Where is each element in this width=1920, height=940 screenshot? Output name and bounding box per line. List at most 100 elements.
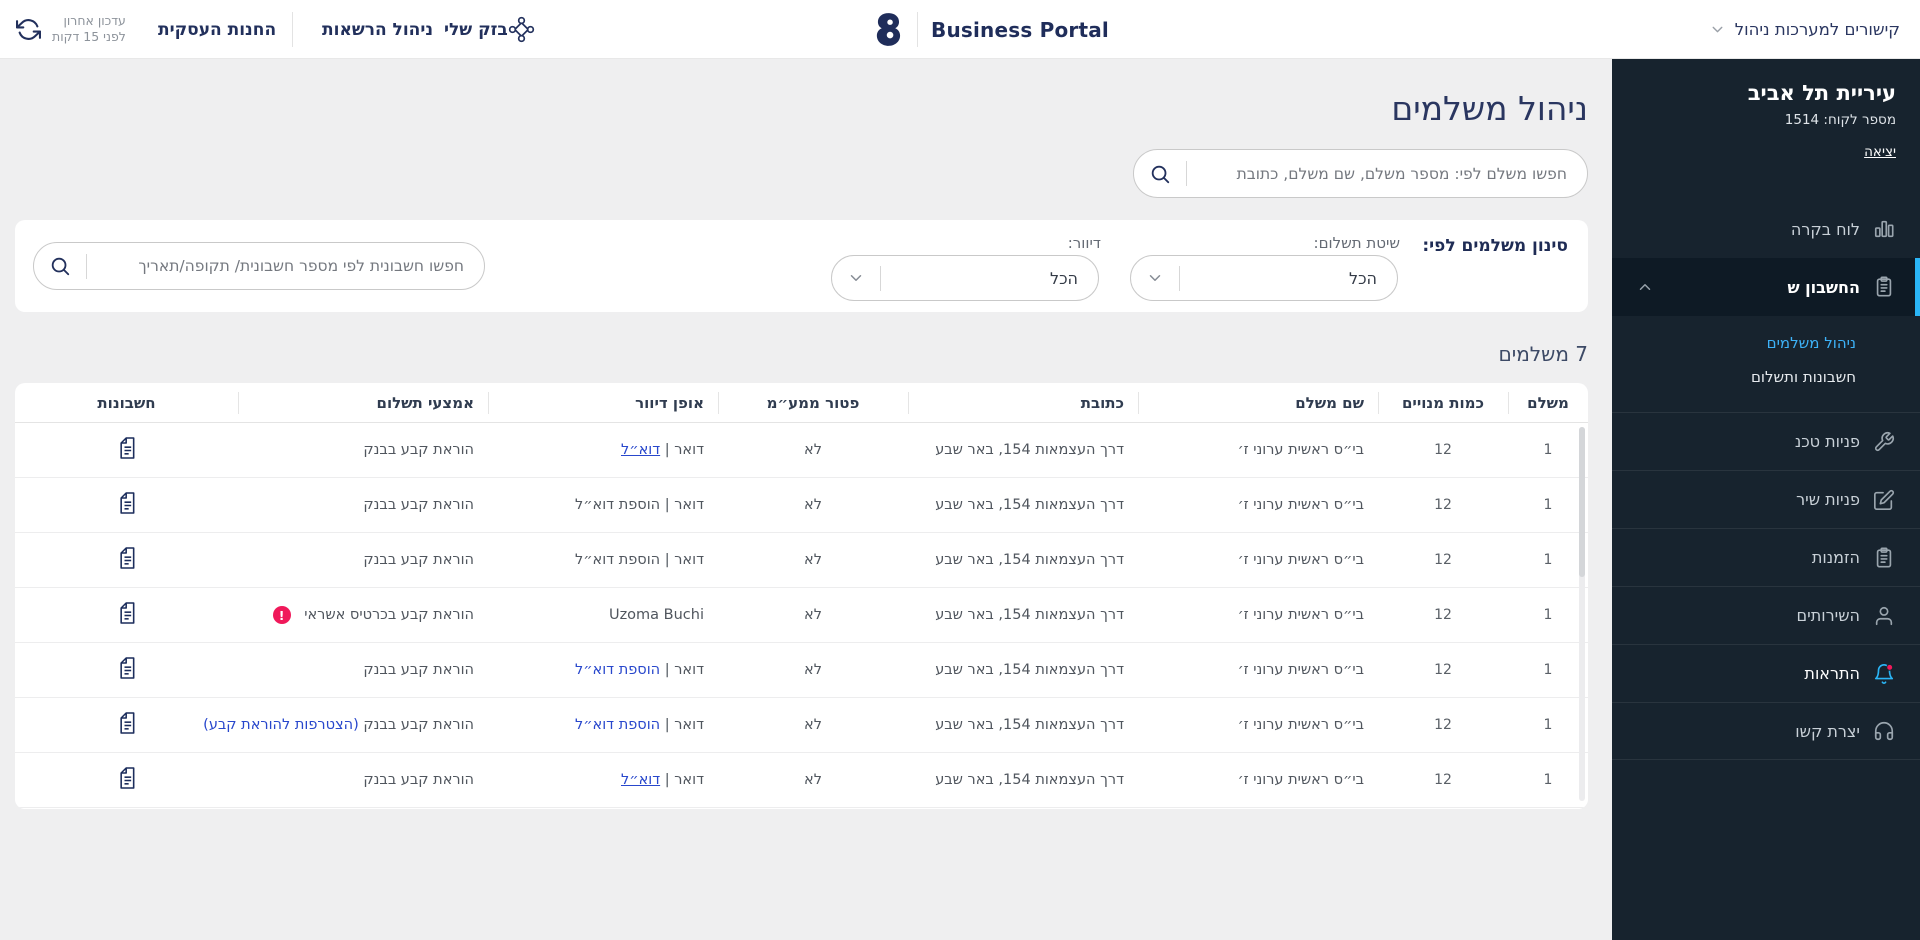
cell-payer-name: בי״ס ראשית ערוני ז׳ <box>1237 607 1364 623</box>
cell-vat-exempt: לא <box>804 552 822 568</box>
chevron-down-icon <box>1709 21 1726 38</box>
cell-payer-name: בי״ס ראשית ערוני ז׳ <box>1237 717 1364 733</box>
filter-title: סינון משלמים לפי: <box>1422 236 1568 256</box>
cell-address: דרך העצמאות 154, באר שבע <box>935 497 1124 513</box>
cell-address: דרך העצמאות 154, באר שבע <box>935 772 1124 788</box>
cell-vat-exempt: לא <box>804 662 822 678</box>
cell-vat-exempt: לא <box>804 442 822 458</box>
cell-payer: 1 <box>1543 607 1553 623</box>
cell-payment-means: הוראת קבע בבנק <box>238 772 488 788</box>
payment-text: הוראת קבע בבנק <box>363 772 474 788</box>
cell-subscribers: 12 <box>1434 442 1452 458</box>
cell-subscribers: 12 <box>1434 717 1452 733</box>
cell-address: דרך העצמאות 154, באר שבע <box>935 442 1124 458</box>
payment-method-select[interactable]: הכל <box>1130 255 1398 301</box>
table-scrollbar-thumb[interactable] <box>1579 427 1585 577</box>
cell-mailing-method: דואר | דוא״ל <box>488 442 718 458</box>
cell-payer: 1 <box>1543 772 1553 788</box>
mailing-link[interactable]: הוספת דוא״ל <box>575 717 660 733</box>
mailing-link[interactable]: הוספת דוא״ל <box>575 662 660 678</box>
sidebar-item-my-account[interactable]: החשבון ש <box>1612 258 1920 316</box>
payment-text: הוראת קבע בבנק <box>363 552 474 568</box>
management-systems-dropdown[interactable]: קישורים למערכות ניהול <box>1709 0 1900 59</box>
nav-my-bezeq[interactable]: בזק שלי <box>444 0 508 59</box>
invoice-document-icon[interactable] <box>117 601 137 625</box>
sidebar-item-dashboard[interactable]: לוח בקרה <box>1612 200 1920 258</box>
sidebar-item-technical-inquiries[interactable]: פניות טכנ <box>1612 412 1920 470</box>
cell-address: דרך העצמאות 154, באר שבע <box>935 607 1124 623</box>
cell-payer-name: בי״ס ראשית ערוני ז׳ <box>1237 552 1364 568</box>
mailing-select[interactable]: הכל <box>831 255 1099 301</box>
customer-number: מספר לקוח: 1514 <box>1784 112 1896 128</box>
search-icon[interactable] <box>34 255 86 277</box>
payment-text: הוראת קבע בבנק <box>363 442 474 458</box>
table-row[interactable]: 1 12 בי״ס ראשית ערוני ז׳ דרך העצמאות 154… <box>15 753 1588 808</box>
sidebar-item-service-inquiries[interactable]: פניות שיר <box>1612 470 1920 528</box>
table-row[interactable]: 1 12 בי״ס ראשית ערוני ז׳ דרך העצמאות 154… <box>15 533 1588 588</box>
chevron-down-icon[interactable] <box>1131 269 1179 287</box>
table-row[interactable]: 1 12 בי״ס ראשית ערוני ז׳ דרך העצמאות 154… <box>15 423 1588 478</box>
mailing-link[interactable]: הוספת דוא״ל <box>575 497 660 513</box>
invoice-document-icon[interactable] <box>117 766 137 790</box>
sidebar-item-services[interactable]: השירותים <box>1612 586 1920 644</box>
table-row[interactable]: 1 12 בי״ס ראשית ערוני ז׳ דרך העצמאות 154… <box>15 588 1588 643</box>
payers-count: 7 משלמים <box>1498 342 1588 366</box>
cell-payer: 1 <box>1543 662 1553 678</box>
table-row[interactable]: 1 12 בי״ס ראשית ערוני ז׳ דרך העצמאות 154… <box>15 698 1588 753</box>
mailing-link[interactable]: דוא״ל <box>621 772 660 788</box>
nav-business-store[interactable]: החנות העסקית <box>158 0 276 59</box>
mailing-link[interactable]: הוספת דוא״ל <box>575 552 660 568</box>
invoice-document-icon[interactable] <box>117 711 137 735</box>
sidebar-subitem-payer-management[interactable]: ניהול משלמים <box>1622 326 1856 360</box>
cell-vat-exempt: לא <box>804 607 822 623</box>
invoice-document-icon[interactable] <box>117 546 137 570</box>
chevron-up-icon[interactable] <box>1636 278 1654 296</box>
payment-text: הוראת קבע בכרטיס אשראי <box>304 607 474 623</box>
sidebar-item-contact-us[interactable]: יצרת קשו <box>1612 702 1920 760</box>
invoice-search-input[interactable] <box>87 257 484 275</box>
cell-payer: 1 <box>1543 552 1553 568</box>
invoice-document-icon[interactable] <box>117 656 137 680</box>
refresh-icon[interactable] <box>16 0 41 59</box>
cell-payer-name: בי״ס ראשית ערוני ז׳ <box>1237 442 1364 458</box>
invoice-document-icon[interactable] <box>117 436 137 460</box>
sidebar-subitem-invoices-payment[interactable]: חשבונות ותשלום <box>1622 360 1856 394</box>
cell-subscribers: 12 <box>1434 607 1452 623</box>
cell-address: דרך העצמאות 154, באר שבע <box>935 552 1124 568</box>
cell-mailing-method: דואר | הוספת דוא״ל <box>488 662 718 678</box>
col-header-vat-exempt: פטור ממע״מ <box>718 383 908 423</box>
payer-search <box>1133 149 1588 198</box>
sidebar-item-orders[interactable]: הזמנות <box>1612 528 1920 586</box>
mailing-prefix: דואר | <box>664 497 704 513</box>
cell-payer-name: בי״ס ראשית ערוני ז׳ <box>1237 772 1364 788</box>
filter-card: סינון משלמים לפי: שיטת תשלום: הכל דיוור:… <box>15 220 1588 312</box>
cell-mailing-method: דואר | הוספת דוא״ל <box>488 717 718 733</box>
main-content: ניהול משלמים סינון משלמים לפי: שיטת תשלו… <box>0 59 1612 940</box>
cell-mailing-method: Uzoma Buchi <box>488 607 718 623</box>
cell-subscribers: 12 <box>1434 772 1452 788</box>
search-icon[interactable] <box>1134 163 1186 185</box>
sidebar-item-alerts[interactable]: התראות <box>1612 644 1920 702</box>
nav-permissions[interactable]: ניהול הרשאות <box>322 0 433 59</box>
top-bar: עדכון אחרון לפני 15 דקות החנות העסקית ני… <box>0 0 1920 59</box>
cell-payment-means: הוראת קבע בבנק <box>238 497 488 513</box>
col-header-payer: משלם <box>1508 383 1588 423</box>
chevron-down-icon[interactable] <box>832 269 880 287</box>
mailing-link[interactable]: דוא״ל <box>621 442 660 458</box>
cell-payer-name: בי״ס ראשית ערוני ז׳ <box>1237 497 1364 513</box>
search-divider <box>1186 161 1187 186</box>
mailing-link[interactable]: Uzoma Buchi <box>609 607 704 623</box>
bezeq-logo[interactable] <box>870 0 908 59</box>
payer-search-input[interactable] <box>1187 164 1587 183</box>
payment-text: הוראת קבע בבנק <box>363 717 474 733</box>
cell-vat-exempt: לא <box>804 497 822 513</box>
cell-mailing-method: דואר | דוא״ל <box>488 772 718 788</box>
table-row[interactable]: 1 12 בי״ס ראשית ערוני ז׳ דרך העצמאות 154… <box>15 478 1588 533</box>
clipboard-icon <box>1872 275 1896 299</box>
table-row[interactable]: 1 12 בי״ס ראשית ערוני ז׳ דרך העצמאות 154… <box>15 643 1588 698</box>
cell-mailing-method: דואר | הוספת דוא״ל <box>488 552 718 568</box>
sidebar-menu: לוח בקרה החשבון ש ניהול משלמים חשבונות ו… <box>1612 200 1920 760</box>
invoice-document-icon[interactable] <box>117 491 137 515</box>
logout-link[interactable]: יציאה <box>1864 144 1896 160</box>
payers-table: משלם כמות מנויים שם משלם כתובת פטור ממע״… <box>15 383 1588 809</box>
